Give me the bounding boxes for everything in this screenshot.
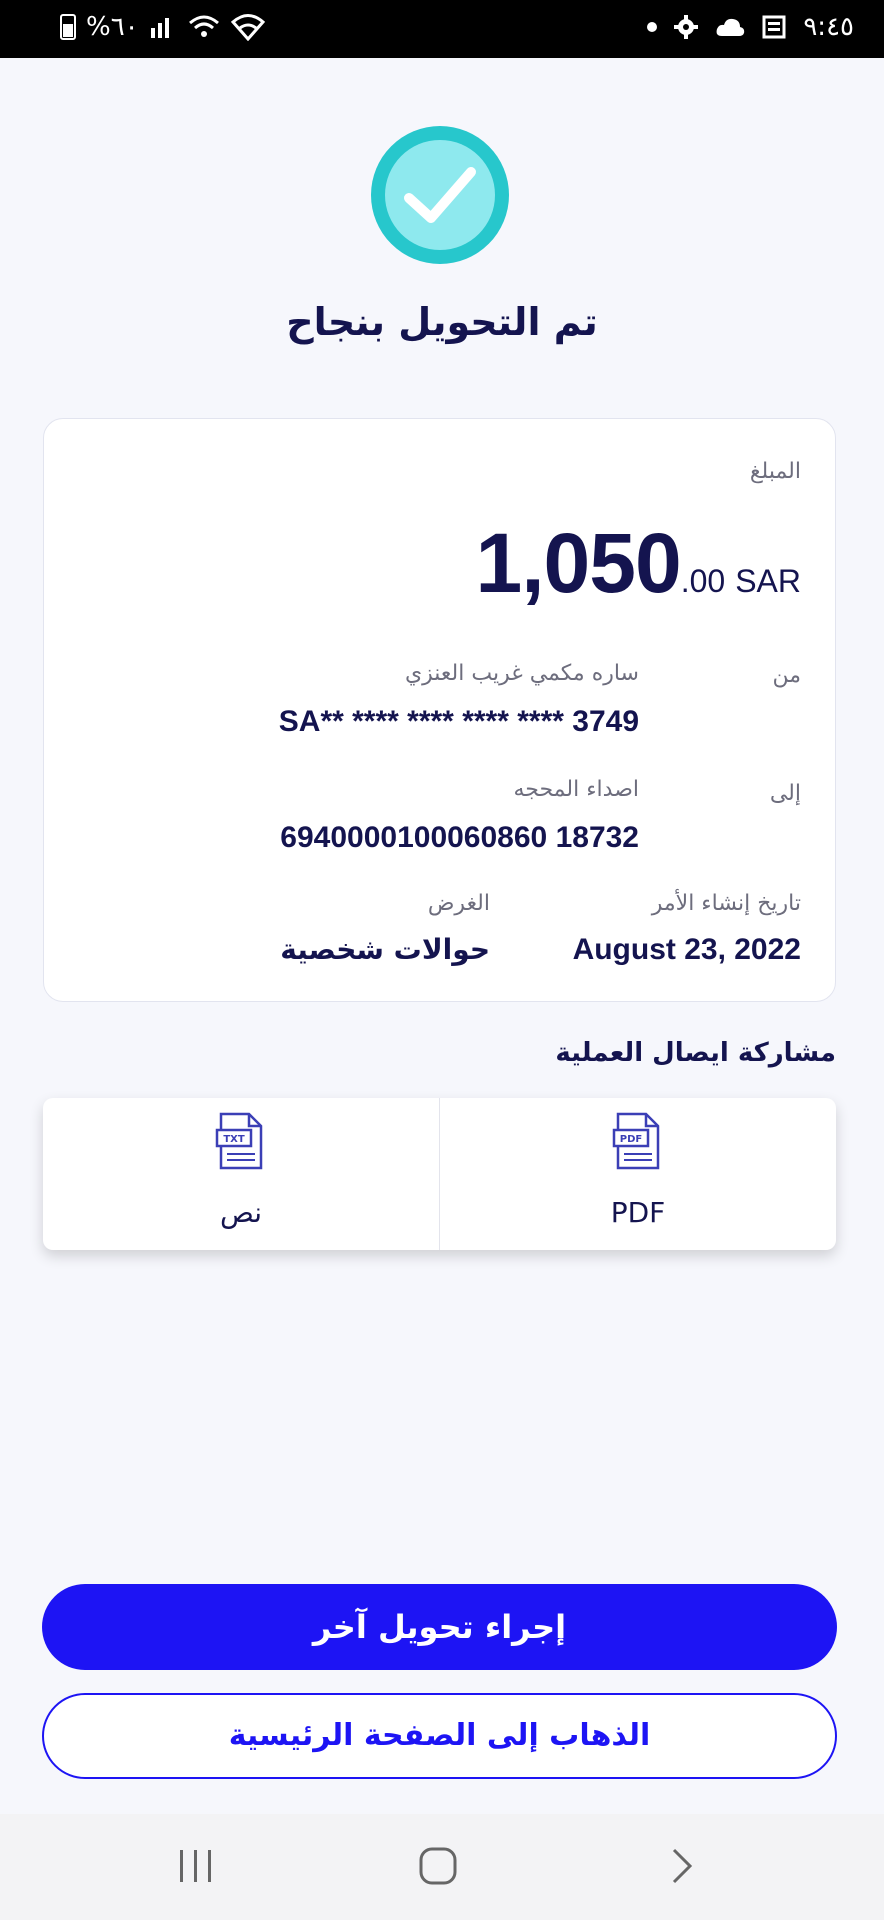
to-account-number: 6940000100060860 18732 — [280, 821, 639, 854]
new-transfer-button[interactable]: إجراء تحويل آخر — [42, 1584, 837, 1670]
amount-main: 1,050 — [475, 516, 682, 610]
share-options: TXT نص PDF PDF — [43, 1098, 836, 1250]
home-button[interactable] — [378, 1814, 498, 1920]
share-receipt-title: مشاركة ايصال العملية — [555, 1038, 836, 1068]
notification-dot-icon — [647, 22, 658, 32]
battery-icon — [60, 14, 76, 40]
amount-value: 1,050 .00 SAR — [476, 515, 802, 612]
back-icon — [672, 1848, 693, 1884]
amount-currency: SAR — [735, 563, 801, 599]
recent-apps-button[interactable] — [136, 1814, 256, 1920]
pdf-file-icon: PDF — [612, 1112, 660, 1170]
to-beneficiary-name: اصداء المحجه — [513, 777, 639, 802]
wifi-calling-icon — [188, 15, 219, 37]
home-icon — [419, 1847, 457, 1885]
page-title: تم التحويل بنجاح — [286, 300, 598, 344]
go-home-button[interactable]: الذهاب إلى الصفحة الرئيسية — [42, 1693, 837, 1779]
share-pdf-label: PDF — [610, 1196, 666, 1229]
order-date-label: تاريخ إنشاء الأمر — [651, 891, 801, 916]
cloud-icon — [716, 18, 745, 36]
news-icon — [762, 15, 786, 39]
svg-text:TXT: TXT — [223, 1134, 245, 1145]
from-account-name: ساره مكمي غريب العنزي — [404, 661, 639, 686]
back-button[interactable] — [620, 1814, 740, 1920]
share-pdf-button[interactable]: PDF PDF — [439, 1098, 836, 1250]
status-bar: %٦٠ ٩:٤٥ — [0, 0, 884, 58]
clock: ٩:٤٥ — [803, 12, 854, 42]
recent-apps-icon — [180, 1850, 211, 1882]
from-label: من — [772, 663, 801, 688]
to-label: إلى — [769, 781, 801, 806]
order-date-value: August 23, 2022 — [572, 933, 801, 966]
purpose-label: الغرض — [427, 891, 490, 916]
signal-icon — [150, 18, 169, 38]
txt-file-icon: TXT — [215, 1112, 263, 1170]
settings-gear-icon — [674, 15, 699, 39]
battery-percentage: %٦٠ — [86, 12, 139, 42]
amount-decimal: .00 — [680, 563, 726, 599]
transfer-details-card: المبلغ 1,050 .00 SAR من ساره مكمي غريب ا… — [43, 418, 836, 1002]
system-nav-bar — [0, 1814, 884, 1920]
share-text-button[interactable]: TXT نص — [43, 1098, 439, 1250]
status-left: %٦٠ — [60, 12, 265, 42]
wifi-icon — [230, 14, 265, 41]
from-iban: SA** **** **** **** **** 3749 — [278, 705, 639, 738]
svg-text:PDF: PDF — [620, 1134, 642, 1145]
success-check-icon — [371, 126, 509, 264]
amount-label: المبلغ — [749, 459, 801, 484]
status-right: ٩:٤٥ — [647, 12, 854, 42]
purpose-value: حوالات شخصية — [280, 933, 490, 966]
share-text-label: نص — [219, 1196, 263, 1229]
